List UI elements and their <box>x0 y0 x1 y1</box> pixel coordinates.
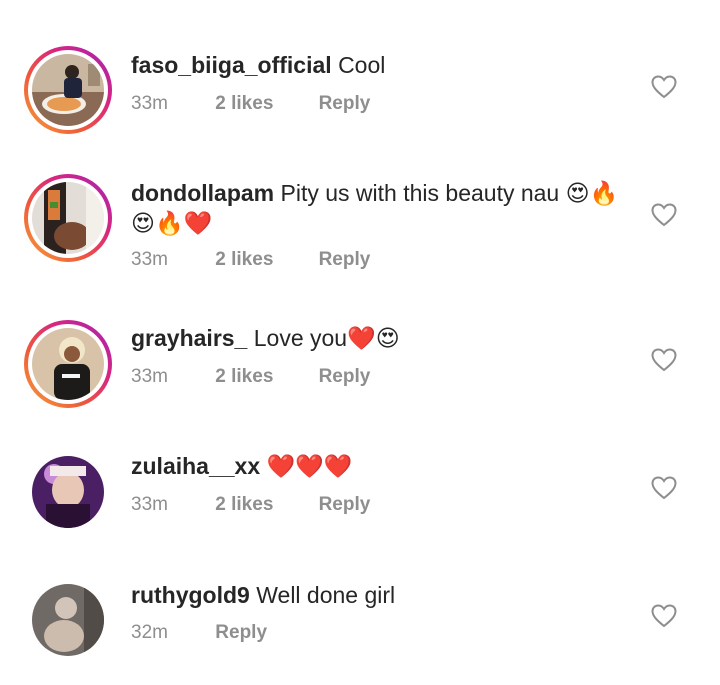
comment-likes-count[interactable]: 2 likes <box>215 494 313 516</box>
comment-timestamp: 32m <box>131 622 168 643</box>
avatar-story-ring[interactable] <box>24 320 112 408</box>
comment-username[interactable]: ruthygold9 <box>131 582 250 608</box>
heart-outline-icon[interactable] <box>651 476 677 500</box>
avatar-story-ring[interactable] <box>24 46 112 134</box>
comment-timestamp: 33m <box>131 93 168 114</box>
heart-outline-icon[interactable] <box>651 75 677 99</box>
heart-outline-icon[interactable] <box>651 348 677 372</box>
comment-text: Cool <box>338 52 386 78</box>
comment-timestamp: 33m <box>131 249 168 270</box>
reply-button[interactable]: Reply <box>319 366 371 388</box>
avatar <box>32 182 104 254</box>
reply-button[interactable]: Reply <box>215 622 267 644</box>
comment-timestamp: 33m <box>131 494 168 515</box>
comment-text: ❤️❤️❤️ <box>266 453 353 479</box>
comment-likes-count[interactable]: 2 likes <box>215 93 313 115</box>
avatar <box>32 54 104 126</box>
comment-likes-count[interactable]: 2 likes <box>215 249 313 271</box>
heart-outline-icon[interactable] <box>651 203 677 227</box>
reply-button[interactable]: Reply <box>319 93 371 115</box>
avatar[interactable] <box>24 576 112 664</box>
avatar-photo <box>32 456 104 528</box>
avatar[interactable] <box>24 448 112 536</box>
reply-button[interactable]: Reply <box>319 249 371 271</box>
avatar-story-ring[interactable] <box>24 174 112 262</box>
comment-username[interactable]: zulaiha__xx <box>131 453 260 479</box>
avatar <box>32 328 104 400</box>
comment-text: Love you❤️😍 <box>253 325 400 351</box>
avatar-photo <box>32 584 104 656</box>
comment-username[interactable]: dondollapam <box>131 180 274 206</box>
reply-button[interactable]: Reply <box>319 494 371 516</box>
heart-outline-icon[interactable] <box>651 604 677 628</box>
comment-timestamp: 33m <box>131 366 168 387</box>
comment-username[interactable]: faso_biiga_official <box>131 52 332 78</box>
comment-likes-count[interactable]: 2 likes <box>215 366 313 388</box>
comment-text: Well done girl <box>256 582 396 608</box>
comment-username[interactable]: grayhairs_ <box>131 325 247 351</box>
